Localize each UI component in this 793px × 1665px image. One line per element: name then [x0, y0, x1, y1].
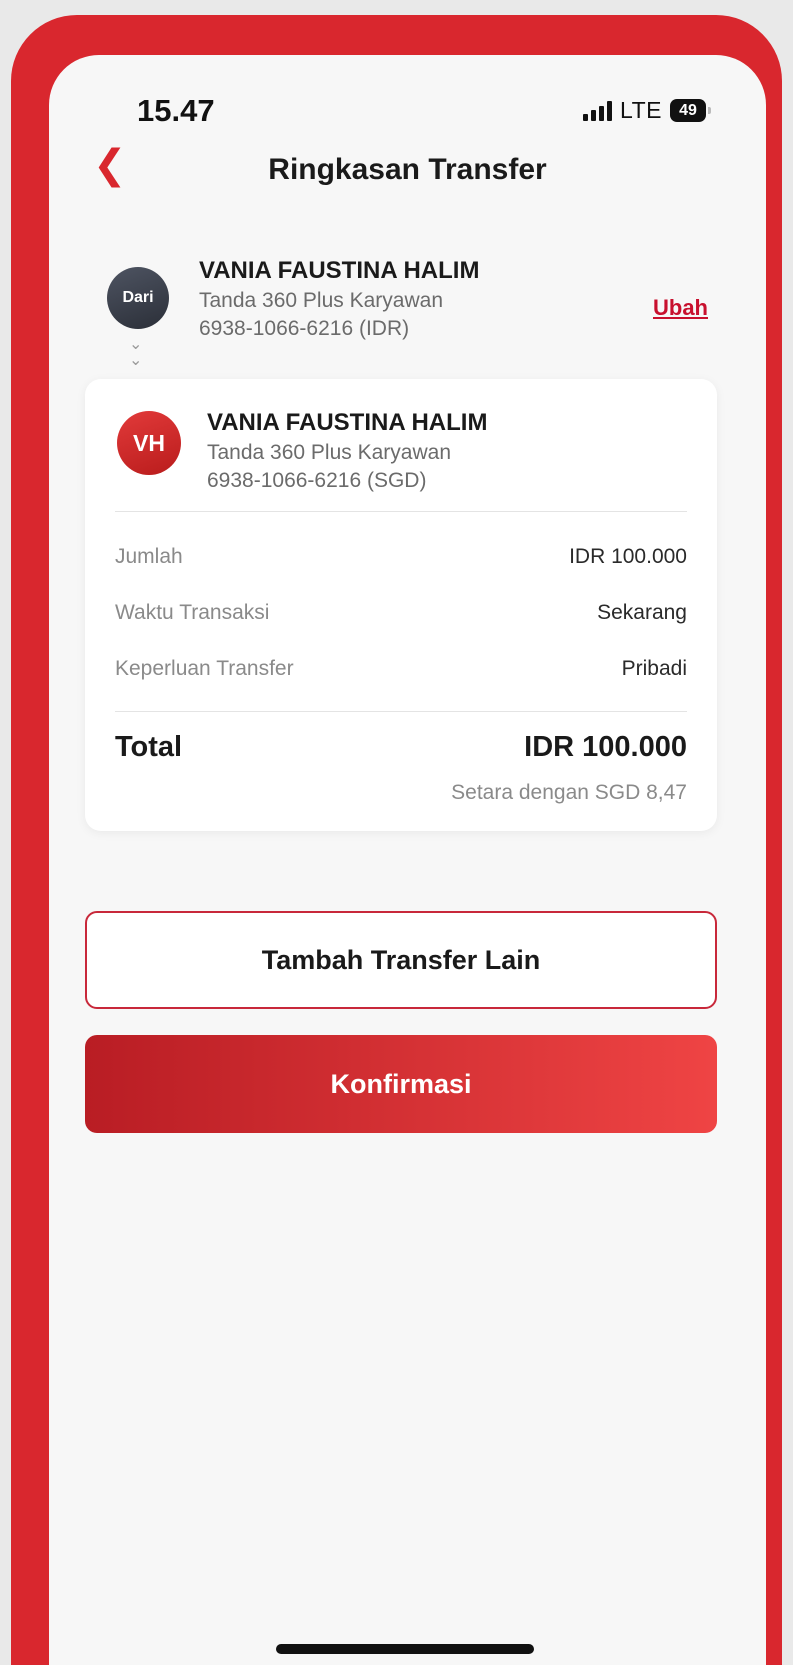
status-indicators: LTE 49 [583, 97, 711, 124]
detail-label: Keperluan Transfer [115, 657, 294, 680]
divider [115, 711, 687, 712]
network-label: LTE [620, 97, 662, 123]
page-title: Ringkasan Transfer [268, 153, 547, 186]
from-account-name: VANIA FAUSTINA HALIM [199, 257, 480, 284]
total-label: Total [115, 731, 183, 763]
total-equivalent: Setara dengan SGD 8,47 [451, 781, 687, 804]
detail-label: Jumlah [115, 545, 183, 568]
transfer-summary-card: VH VANIA FAUSTINA HALIM Tanda 360 Plus K… [85, 379, 717, 831]
chevron-double-down-icon[interactable]: ⌄ ⌄ [129, 337, 142, 369]
detail-value: Pribadi [621, 657, 687, 680]
total-value: IDR 100.000 [524, 731, 687, 763]
detail-label: Waktu Transaksi [115, 601, 270, 624]
change-source-link[interactable]: Ubah [653, 295, 708, 321]
app-screen: 15.47 LTE 49 ❮ Ringkasan Transfer Dari ⌄… [49, 55, 766, 1665]
total-row: Total IDR 100.000 [115, 731, 687, 764]
detail-value: IDR 100.000 [569, 545, 687, 568]
divider [115, 511, 687, 512]
from-avatar: Dari [107, 267, 169, 329]
add-transfer-button[interactable]: Tambah Transfer Lain [85, 911, 717, 1009]
recipient-account-number: 6938-1066-6216 (SGD) [207, 469, 427, 492]
from-account-number: 6938-1066-6216 (IDR) [199, 317, 410, 340]
detail-value: Sekarang [597, 601, 687, 624]
recipient-avatar: VH [117, 411, 181, 475]
recipient-name: VANIA FAUSTINA HALIM [207, 409, 488, 436]
confirm-button[interactable]: Konfirmasi [85, 1035, 717, 1133]
status-time: 15.47 [137, 93, 215, 128]
from-account-product: Tanda 360 Plus Karyawan [199, 289, 443, 312]
battery-icon: 49 [670, 99, 711, 122]
home-indicator [276, 1644, 534, 1654]
signal-icon [583, 100, 613, 121]
detail-row-amount: Jumlah IDR 100.000 [115, 545, 687, 569]
detail-row-transaction-time: Waktu Transaksi Sekarang [115, 601, 687, 625]
recipient-product: Tanda 360 Plus Karyawan [207, 441, 451, 464]
detail-row-purpose: Keperluan Transfer Pribadi [115, 657, 687, 681]
phone-frame: 15.47 LTE 49 ❮ Ringkasan Transfer Dari ⌄… [11, 15, 782, 1665]
